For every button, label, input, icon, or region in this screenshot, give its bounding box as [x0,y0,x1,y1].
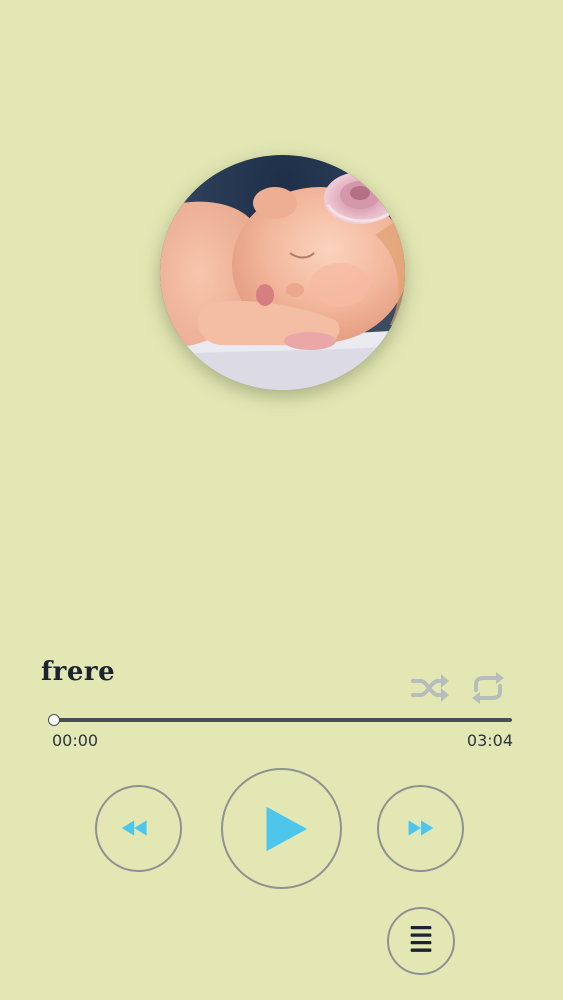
shuffle-icon [411,674,449,702]
album-art [160,155,405,390]
shuffle-button[interactable] [410,670,450,706]
total-time: 03:04 [466,731,513,750]
repeat-icon [472,672,504,704]
fast-forward-button[interactable] [377,785,464,872]
playlist-button[interactable] [387,907,455,975]
current-time: 00:00 [52,731,99,750]
play-button[interactable] [221,768,342,889]
play-icon [266,806,308,852]
seek-bar[interactable] [48,714,512,726]
playlist-menu-icon [410,925,432,952]
seek-thumb[interactable] [48,714,60,726]
track-title: frere [41,657,116,687]
fast-forward-icon [408,820,434,836]
repeat-button[interactable] [468,670,508,706]
rewind-icon [121,820,147,836]
sleeping-baby-image [160,172,405,390]
rewind-button[interactable] [95,785,182,872]
